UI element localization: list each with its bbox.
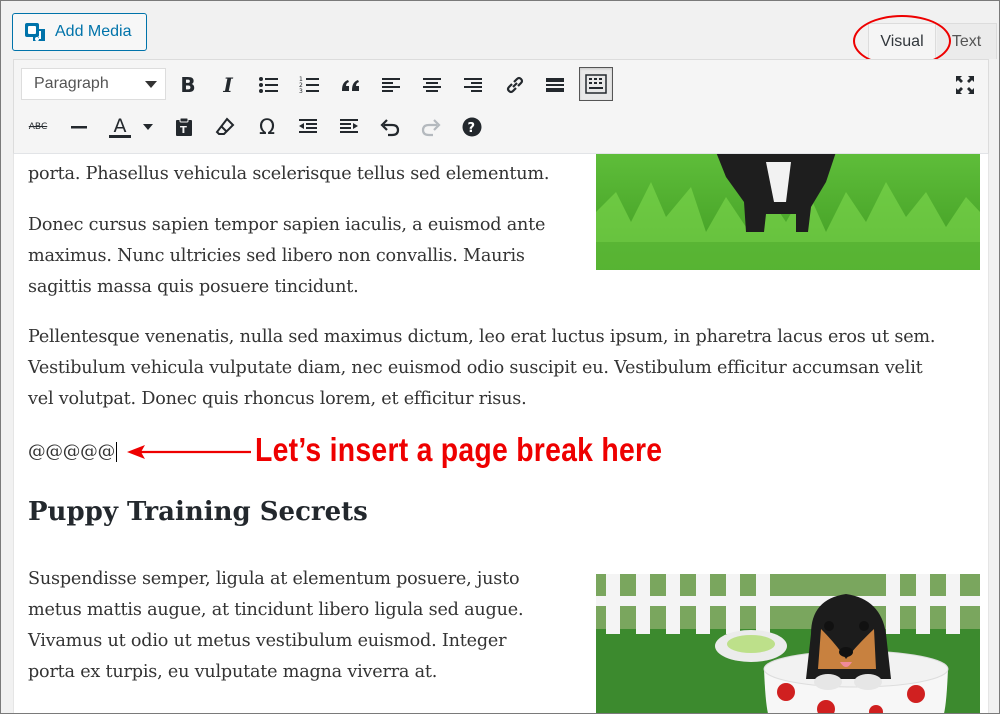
blockquote-icon [342,80,359,91]
chevron-down-icon [145,81,157,88]
numbered-list-icon: 123 [299,76,319,95]
text-line: maximus. Nunc ultricies sed libero non c… [28,246,525,266]
content-heading: Puppy Training Secrets [28,497,368,527]
outdent-button[interactable] [291,110,325,144]
svg-text:T: T [180,125,187,136]
puppy-cup-image [596,574,980,713]
puppy-grass-image [596,154,980,270]
outdent-icon [299,119,317,133]
help-button[interactable]: ? [455,110,489,144]
text-line: porta ex turpis, eu vulputate magna vive… [28,662,438,682]
text-line: metus mattis augue, at tincidunt libero … [28,600,524,620]
horizontal-line-icon [71,126,87,129]
text-color-icon: A [109,114,131,138]
svg-text:3: 3 [299,88,303,95]
special-character-button[interactable]: Ω [250,110,284,144]
text-line: sagittis massa quis posuere tincidunt. [28,277,359,297]
paragraph-4: Suspendisse semper, ligula at elementum … [28,564,524,688]
text-cursor [115,442,117,462]
tab-visual[interactable]: Visual [868,23,936,59]
annotation-arrow [127,445,251,459]
clear-formatting-icon [215,117,235,135]
editor-window: Add Media Visual Text Paragraph B I 123 [0,0,1000,714]
insert-link-button[interactable] [498,68,532,102]
blockquote-button[interactable] [334,68,368,102]
bold-button[interactable]: B [171,68,205,102]
align-right-icon [464,78,482,92]
format-select[interactable]: Paragraph [21,68,166,100]
text-color-dropdown[interactable] [138,110,158,144]
paragraph-1: porta. Phasellus vehicula scelerisque te… [28,159,549,190]
text-line: Pellentesque venenatis, nulla sed maximu… [28,327,936,347]
align-center-button[interactable] [415,68,449,102]
text-line: Vivamus ut odio ut metus vestibulum euis… [28,631,507,651]
fullscreen-icon [956,76,974,94]
undo-icon [380,119,400,137]
fullscreen-button[interactable] [948,68,982,102]
chevron-down-icon [143,124,153,130]
numbered-list-button[interactable]: 123 [293,68,327,102]
indent-icon [340,119,358,133]
help-icon: ? [462,117,482,137]
text-color-letter: A [113,114,127,137]
text-line: vel volutpat. Donec quis rhoncus lorem, … [28,389,527,409]
format-select-value: Paragraph [34,75,109,92]
bold-icon: B [180,73,196,97]
align-left-button[interactable] [374,68,408,102]
align-right-button[interactable] [456,68,490,102]
special-character-icon: Ω [258,115,276,139]
bulleted-list-icon [259,77,278,93]
tab-text[interactable]: Text [937,23,997,59]
text-line: porta. Phasellus vehicula scelerisque te… [28,164,550,184]
redo-button[interactable] [414,110,448,144]
paragraph-2: Donec cursus sapien tempor sapien iaculi… [28,210,545,303]
strikethrough-button[interactable]: ABC [21,110,55,144]
strikethrough-icon: ABC [28,122,48,132]
annotation-text: Let’s insert a page break here [255,431,663,468]
page-break-marker: @@@@@ [28,437,117,468]
read-more-button[interactable] [538,68,572,102]
text-line: Vestibulum vehicula vulputate diam, nec … [28,358,923,378]
horizontal-line-button[interactable] [62,110,96,144]
text-line: Suspendisse semper, ligula at elementum … [28,569,520,589]
text-color-button[interactable]: A [103,110,137,144]
paste-as-text-icon: T [176,117,192,136]
align-center-icon [423,78,441,92]
toolbar-toggle-button[interactable] [579,67,613,101]
align-left-icon [382,78,400,92]
paragraph-3: Pellentesque venenatis, nulla sed maximu… [28,322,935,415]
toolbar-toggle-icon [585,74,607,94]
redo-icon [421,119,441,137]
text-line: Donec cursus sapien tempor sapien iaculi… [28,215,546,235]
italic-button[interactable]: I [211,68,245,102]
editor-toolbar: Paragraph B I 123 ABC A T Ω ? [13,59,989,154]
svg-text:?: ? [468,121,476,136]
italic-icon: I [223,73,233,97]
read-more-icon [546,78,564,92]
link-icon [506,76,524,94]
marker-text: @@@@@ [28,442,115,462]
add-media-label: Add Media [55,23,132,40]
undo-button[interactable] [373,110,407,144]
bulleted-list-button[interactable] [252,68,286,102]
add-media-button[interactable]: Add Media [12,13,147,51]
media-icon [23,20,47,44]
clear-formatting-button[interactable] [208,110,242,144]
indent-button[interactable] [332,110,366,144]
paste-as-text-button[interactable]: T [167,110,201,144]
